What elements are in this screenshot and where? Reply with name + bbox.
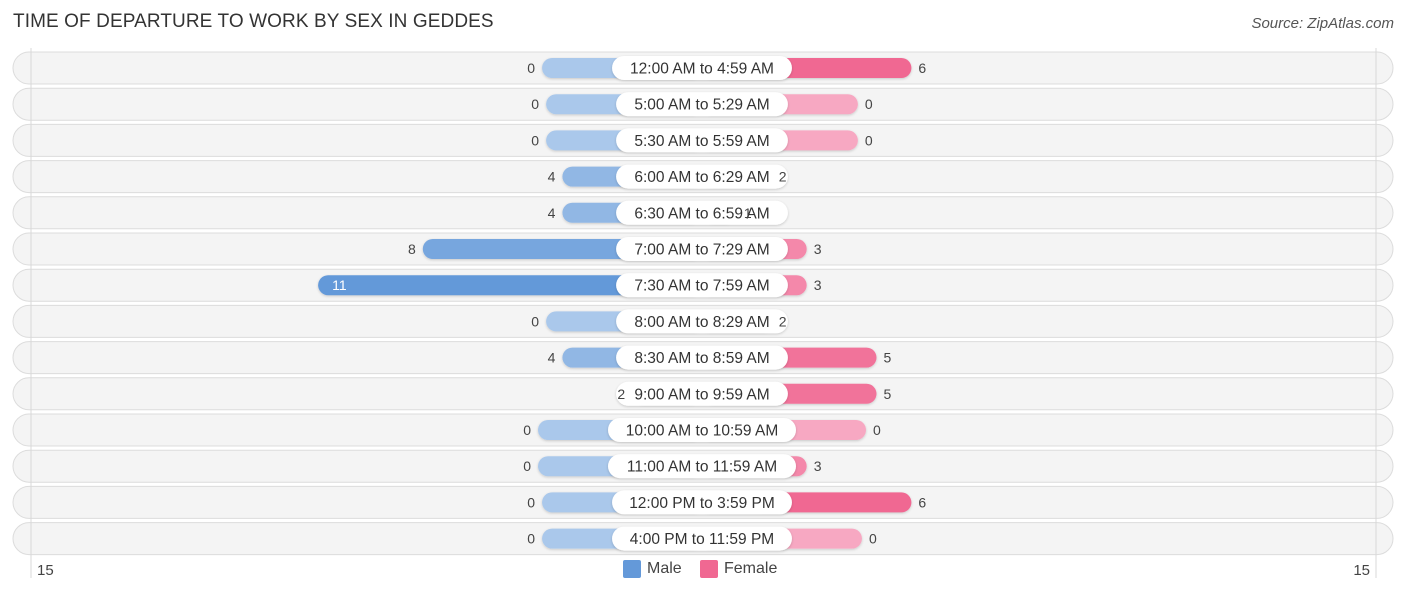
legend-swatch-male (623, 560, 641, 578)
category-label: 8:00 AM to 8:29 AM (634, 314, 769, 331)
table-row: 8:00 AM to 8:29 AM 0 2 (12, 304, 1394, 338)
data-label-male: 8 (408, 241, 416, 257)
data-label-female: 3 (814, 458, 822, 474)
table-row: 4:00 PM to 11:59 PM 0 0 (12, 522, 1394, 556)
data-label-male: 4 (548, 169, 556, 185)
category-label: 12:00 AM to 4:59 AM (630, 61, 774, 78)
table-row: 9:00 AM to 9:59 AM 2 5 (12, 377, 1394, 411)
data-label-female: 0 (865, 132, 873, 148)
data-label-male: 0 (527, 531, 535, 547)
category-label: 8:30 AM to 8:59 AM (634, 350, 769, 367)
table-row: 11:00 AM to 11:59 AM 0 3 (12, 449, 1394, 483)
data-label-female: 2 (779, 313, 787, 329)
legend-label-female: Female (724, 560, 778, 577)
data-label-female: 3 (814, 277, 822, 293)
category-label: 7:30 AM to 7:59 AM (634, 278, 769, 295)
category-label: 4:00 PM to 11:59 PM (630, 531, 774, 548)
data-label-female: 6 (918, 60, 926, 76)
legend-item-male[interactable]: Male (623, 560, 682, 578)
data-label-male: 0 (531, 96, 539, 112)
data-label-female: 0 (869, 531, 877, 547)
legend-swatch-female (700, 560, 718, 578)
data-label-male: 0 (527, 494, 535, 510)
category-label: 9:00 AM to 9:59 AM (634, 386, 769, 403)
legend-item-female[interactable]: Female (700, 560, 777, 578)
table-row: 10:00 AM to 10:59 AM 0 0 (12, 413, 1394, 447)
data-label-male: 2 (617, 386, 625, 402)
data-label-male: 11 (332, 277, 347, 293)
table-row: 7:30 AM to 7:59 AM 11 3 (12, 268, 1394, 302)
chart-rows: 12:00 AM to 4:59 AM 0 6 5:00 AM to 5:29 AM 0… (12, 51, 1394, 556)
table-row: 12:00 AM to 4:59 AM 0 6 (12, 51, 1394, 85)
data-label-male: 0 (523, 422, 531, 438)
legend-label-male: Male (647, 560, 682, 577)
data-label-male: 0 (523, 458, 531, 474)
data-label-female: 2 (779, 169, 787, 185)
table-row: 5:30 AM to 5:59 AM 0 0 (12, 123, 1394, 157)
legend: Male Female (0, 560, 1406, 582)
data-label-female: 5 (884, 350, 892, 366)
data-label-female: 0 (873, 422, 881, 438)
data-label-female: 0 (865, 96, 873, 112)
category-label: 5:30 AM to 5:59 AM (634, 133, 769, 150)
data-label-female: 3 (814, 241, 822, 257)
category-label: 7:00 AM to 7:29 AM (634, 242, 769, 259)
table-row: 6:30 AM to 6:59 AM4 1 (12, 196, 1394, 230)
table-row: 8:30 AM to 8:59 AM 4 5 (12, 341, 1394, 375)
category-label: 6:00 AM to 6:29 AM (634, 169, 769, 186)
data-label-female: 5 (884, 386, 892, 402)
data-label-male: 4 (548, 350, 556, 366)
category-label: 12:00 PM to 3:59 PM (629, 495, 775, 512)
data-label-male: 0 (527, 60, 535, 76)
data-label-male: 4 (548, 205, 556, 221)
table-row: 5:00 AM to 5:29 AM 0 0 (12, 87, 1394, 121)
category-label: 10:00 AM to 10:59 AM (626, 423, 779, 440)
chart-canvas: 12:00 AM to 4:59 AM 0 6 5:00 AM to 5:29 AM 0… (12, 48, 1394, 578)
table-row: 6:00 AM to 6:29 AM 4 2 (12, 160, 1394, 194)
data-label-female: 1 (744, 205, 752, 221)
category-label: 5:00 AM to 5:29 AM (634, 97, 769, 114)
table-row: 7:00 AM to 7:29 AM 8 3 (12, 232, 1394, 266)
data-label-male: 0 (531, 313, 539, 329)
category-label: 11:00 AM to 11:59 AM (627, 459, 777, 476)
data-label-female: 6 (918, 494, 926, 510)
data-label-male: 0 (531, 132, 539, 148)
table-row: 12:00 PM to 3:59 PM 0 6 (12, 485, 1394, 519)
